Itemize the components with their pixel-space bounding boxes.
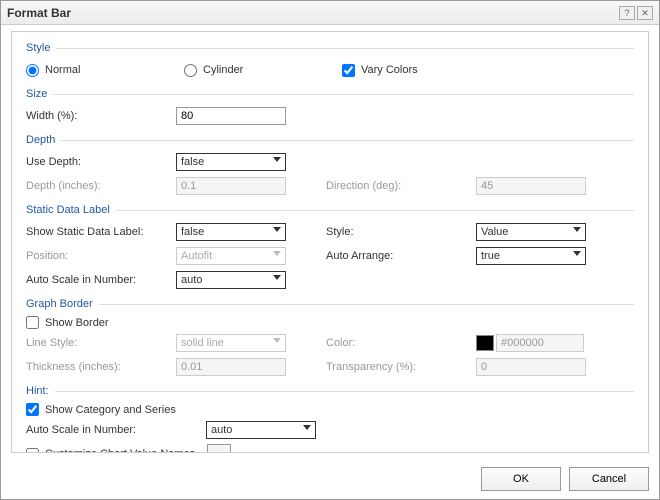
chevron-down-icon: [273, 157, 281, 162]
cancel-button[interactable]: Cancel: [569, 467, 649, 491]
use-depth-select[interactable]: false: [176, 153, 286, 171]
content: Style Normal Cylinder Vary Colors Size W…: [11, 31, 649, 453]
section-depth: Depth: [26, 134, 634, 146]
position-select: Autofit: [176, 247, 286, 265]
customize-chart-checkbox[interactable]: [26, 448, 39, 454]
section-sdl-label: Static Data Label: [26, 204, 110, 216]
titlebar: Format Bar ? ✕: [1, 1, 659, 25]
chevron-down-icon: [303, 425, 311, 430]
position-value: Autofit: [181, 250, 212, 262]
chevron-down-icon: [273, 338, 281, 343]
position-label: Position:: [26, 250, 176, 262]
section-style: Style: [26, 42, 634, 54]
section-sdl: Static Data Label: [26, 204, 634, 216]
show-border-label: Show Border: [45, 317, 109, 329]
sdl-autoscale-value: auto: [181, 274, 202, 286]
section-size: Size: [26, 88, 634, 100]
ok-button[interactable]: OK: [481, 467, 561, 491]
chevron-down-icon: [273, 275, 281, 280]
color-swatch: [476, 335, 494, 351]
direction-input: [476, 177, 586, 195]
vary-colors-checkbox[interactable]: Vary Colors: [342, 64, 418, 77]
auto-arrange-value: true: [481, 250, 500, 262]
footer: OK Cancel: [481, 467, 649, 491]
section-hint: Hint:: [26, 385, 634, 397]
color-input: [496, 334, 584, 352]
hint-autoscale-label: Auto Scale in Number:: [26, 424, 206, 436]
line-style-select: solid line: [176, 334, 286, 352]
show-sdl-select[interactable]: false: [176, 223, 286, 241]
depth-inches-input: [176, 177, 286, 195]
style-cylinder-input[interactable]: [184, 64, 197, 77]
section-border-label: Graph Border: [26, 298, 93, 310]
format-bar-dialog: Format Bar ? ✕ Style Normal Cylinder Var…: [0, 0, 660, 500]
customize-chart-ellipsis-button[interactable]: ...: [207, 444, 231, 453]
direction-label: Direction (deg):: [326, 180, 476, 192]
customize-chart-label: Customize Chart Value Names: [45, 448, 195, 453]
section-border: Graph Border: [26, 298, 634, 310]
line-style-value: solid line: [181, 337, 224, 349]
use-depth-label: Use Depth:: [26, 156, 176, 168]
hint-autoscale-value: auto: [211, 424, 232, 436]
hint-autoscale-select[interactable]: auto: [206, 421, 316, 439]
sdl-autoscale-select[interactable]: auto: [176, 271, 286, 289]
depth-inches-label: Depth (inches):: [26, 180, 176, 192]
chevron-down-icon: [573, 227, 581, 232]
sdl-style-select[interactable]: Value: [476, 223, 586, 241]
vary-colors-input[interactable]: [342, 64, 355, 77]
style-cylinder-radio[interactable]: Cylinder: [184, 64, 334, 77]
line-style-label: Line Style:: [26, 337, 176, 349]
chevron-down-icon: [273, 227, 281, 232]
show-sdl-value: false: [181, 226, 204, 238]
sdl-style-label: Style:: [326, 226, 476, 238]
style-normal-input[interactable]: [26, 64, 39, 77]
transparency-label: Transparency (%):: [326, 361, 476, 373]
sdl-style-value: Value: [481, 226, 508, 238]
style-normal-radio[interactable]: Normal: [26, 64, 176, 77]
section-size-label: Size: [26, 88, 47, 100]
vary-colors-label: Vary Colors: [361, 64, 418, 76]
width-input[interactable]: [176, 107, 286, 125]
help-button[interactable]: ?: [619, 6, 635, 20]
auto-arrange-select[interactable]: true: [476, 247, 586, 265]
chevron-down-icon: [273, 251, 281, 256]
thickness-label: Thickness (inches):: [26, 361, 176, 373]
style-cylinder-label: Cylinder: [203, 64, 243, 76]
show-border-checkbox[interactable]: [26, 316, 39, 329]
section-depth-label: Depth: [26, 134, 55, 146]
section-hint-label: Hint:: [26, 385, 49, 397]
close-button[interactable]: ✕: [637, 6, 653, 20]
color-label: Color:: [326, 337, 476, 349]
auto-arrange-label: Auto Arrange:: [326, 250, 476, 262]
thickness-input: [176, 358, 286, 376]
show-cat-series-label: Show Category and Series: [45, 404, 176, 416]
section-style-label: Style: [26, 42, 50, 54]
show-cat-series-checkbox[interactable]: [26, 403, 39, 416]
use-depth-value: false: [181, 156, 204, 168]
sdl-autoscale-label: Auto Scale in Number:: [26, 274, 176, 286]
transparency-input: [476, 358, 586, 376]
chevron-down-icon: [573, 251, 581, 256]
window-title: Format Bar: [7, 6, 619, 20]
show-sdl-label: Show Static Data Label:: [26, 226, 176, 238]
width-label: Width (%):: [26, 110, 176, 122]
style-normal-label: Normal: [45, 64, 80, 76]
